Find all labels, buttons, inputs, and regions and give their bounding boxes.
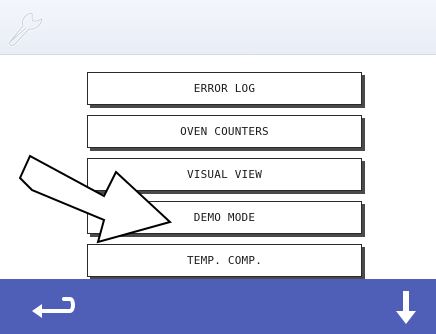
demo-mode-button[interactable]: DEMO MODE: [87, 201, 362, 234]
temp-comp-button[interactable]: TEMP. COMP.: [87, 244, 362, 277]
error-log-button[interactable]: ERROR LOG: [87, 72, 362, 105]
wrench-icon: [7, 11, 44, 47]
header-bar: [0, 0, 436, 55]
back-arrow-icon[interactable]: [30, 289, 78, 323]
oven-counters-label: OVEN COUNTERS: [180, 125, 269, 138]
service-menu: ERROR LOG OVEN COUNTERS VISUAL VIEW DEMO…: [87, 72, 362, 287]
down-arrow-icon[interactable]: [390, 287, 422, 327]
oven-counters-button[interactable]: OVEN COUNTERS: [87, 115, 362, 148]
temp-comp-label: TEMP. COMP.: [186, 254, 263, 267]
screen: ERROR LOG OVEN COUNTERS VISUAL VIEW DEMO…: [0, 0, 436, 334]
demo-mode-label: DEMO MODE: [193, 211, 256, 224]
visual-view-label: VISUAL VIEW: [186, 168, 263, 181]
error-log-label: ERROR LOG: [193, 82, 256, 95]
footer-bar: [0, 279, 436, 334]
visual-view-button[interactable]: VISUAL VIEW: [87, 158, 362, 191]
